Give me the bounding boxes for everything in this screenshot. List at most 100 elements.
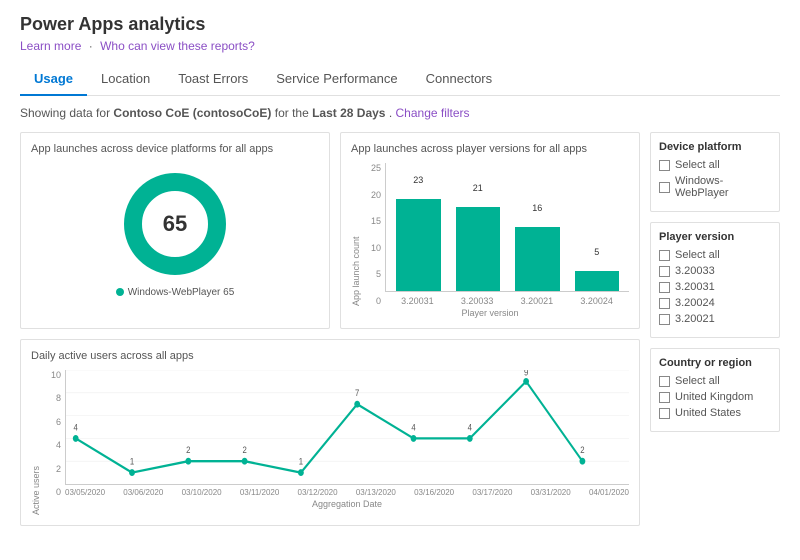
player-3-20031-checkbox[interactable] (659, 282, 670, 293)
bar-y-axis-title: App launch count (351, 163, 361, 306)
bar-group-3: 16 (515, 227, 560, 291)
player-3-20033-label: 3.20033 (675, 265, 715, 277)
country-select-all-label: Select all (675, 375, 720, 387)
bar-chart-card: App launches across player versions for … (340, 132, 640, 329)
data-info-middle: for the (275, 106, 312, 120)
tab-service-performance[interactable]: Service Performance (262, 63, 411, 96)
line-point-2 (129, 469, 135, 476)
player-3-20031-label: 3.20031 (675, 281, 715, 293)
player-3-20033[interactable]: 3.20033 (659, 265, 771, 277)
player-3-20024-checkbox[interactable] (659, 298, 670, 309)
data-info-org: Contoso CoE (contosoCoE) (113, 106, 271, 120)
device-platform-select-all[interactable]: Select all (659, 159, 771, 171)
player-select-all[interactable]: Select all (659, 249, 771, 261)
svg-text:4: 4 (468, 422, 473, 433)
player-3-20031[interactable]: 3.20031 (659, 281, 771, 293)
line-point-4 (242, 458, 248, 465)
country-filter: Country or region Select all United King… (650, 348, 780, 432)
player-version-filter: Player version Select all 3.20033 3.2003… (650, 222, 780, 338)
x-date-6: 03/13/2020 (356, 488, 396, 497)
svg-text:1: 1 (299, 456, 304, 467)
player-select-all-label: Select all (675, 249, 720, 261)
line-y-axis-title: Active users (31, 370, 41, 515)
bar-chart-title: App launches across player versions for … (351, 143, 629, 155)
country-select-all-checkbox[interactable] (659, 376, 670, 387)
player-3-20024[interactable]: 3.20024 (659, 297, 771, 309)
device-platform-windows-checkbox[interactable] (659, 182, 670, 193)
device-platform-select-all-label: Select all (675, 159, 720, 171)
bar-4: 5 (575, 271, 620, 291)
bar-value-4: 5 (594, 247, 599, 257)
player-3-20024-label: 3.20024 (675, 297, 715, 309)
player-3-20033-checkbox[interactable] (659, 266, 670, 277)
bar-value-2: 21 (473, 183, 483, 193)
svg-text:2: 2 (242, 445, 247, 456)
device-platform-windows-label: Windows-WebPlayer (675, 175, 771, 199)
svg-text:2: 2 (186, 445, 191, 456)
donut-chart-card: App launches across device platforms for… (20, 132, 330, 329)
learn-more-link[interactable]: Learn more (20, 39, 81, 53)
svg-text:4: 4 (411, 422, 416, 433)
player-3-20021-label: 3.20021 (675, 313, 715, 325)
bar-value-1: 23 (413, 175, 423, 185)
x-date-1: 03/05/2020 (65, 488, 105, 497)
line-chart-polyline (76, 381, 583, 472)
x-date-2: 03/06/2020 (123, 488, 163, 497)
line-point-6 (354, 401, 360, 408)
line-point-7 (411, 435, 417, 442)
x-date-10: 04/01/2020 (589, 488, 629, 497)
line-chart-title: Daily active users across all apps (31, 350, 629, 362)
device-platform-filter: Device platform Select all Windows-WebPl… (650, 132, 780, 212)
device-platform-filter-title: Device platform (659, 141, 771, 153)
data-info-suffix: . (389, 106, 396, 120)
who-can-view-link[interactable]: Who can view these reports? (100, 39, 255, 53)
bar-1: 23 (396, 199, 441, 291)
change-filters-link[interactable]: Change filters (396, 106, 470, 120)
player-3-20021[interactable]: 3.20021 (659, 313, 771, 325)
line-x-axis-title: Aggregation Date (65, 499, 629, 509)
line-point-10 (579, 458, 585, 465)
tab-usage[interactable]: Usage (20, 63, 87, 96)
player-3-20021-checkbox[interactable] (659, 314, 670, 325)
donut-chart-visual: 65 (120, 169, 230, 279)
x-date-4: 03/11/2020 (240, 488, 279, 497)
separator: · (89, 39, 93, 53)
player-select-all-checkbox[interactable] (659, 250, 670, 261)
tab-bar: Usage Location Toast Errors Service Perf… (20, 63, 780, 96)
country-us-checkbox[interactable] (659, 408, 670, 419)
country-filter-title: Country or region (659, 357, 771, 369)
country-select-all[interactable]: Select all (659, 375, 771, 387)
bar-3: 16 (515, 227, 560, 291)
country-us[interactable]: United States (659, 407, 771, 419)
x-axis-labels: 3.20031 3.20033 3.20021 3.20024 (385, 292, 629, 306)
line-point-1 (73, 435, 79, 442)
data-info-bar: Showing data for Contoso CoE (contosoCoE… (20, 106, 780, 120)
bar-y-axis: 0 5 10 15 20 25 (365, 163, 385, 306)
bar-group-2: 21 (456, 207, 501, 291)
page-title: Power Apps analytics (20, 14, 780, 35)
country-uk-checkbox[interactable] (659, 392, 670, 403)
donut-legend-dot (116, 288, 124, 296)
x-date-8: 03/17/2020 (472, 488, 512, 497)
filter-panel: Device platform Select all Windows-WebPl… (650, 132, 780, 526)
device-platform-select-all-checkbox[interactable] (659, 160, 670, 171)
line-chart-svg: 4 1 2 2 1 7 4 4 9 2 (65, 370, 629, 485)
country-uk-label: United Kingdom (675, 391, 753, 403)
line-point-8 (467, 435, 473, 442)
x-label-2: 3.20033 (455, 296, 500, 306)
x-label-1: 3.20031 (395, 296, 440, 306)
donut-center-value: 65 (163, 211, 187, 237)
bar-group-4: 5 (575, 271, 620, 291)
svg-text:4: 4 (74, 422, 79, 433)
tab-location[interactable]: Location (87, 63, 164, 96)
country-uk[interactable]: United Kingdom (659, 391, 771, 403)
tab-connectors[interactable]: Connectors (412, 63, 506, 96)
x-label-4: 3.20024 (574, 296, 619, 306)
tab-toast-errors[interactable]: Toast Errors (164, 63, 262, 96)
x-date-5: 03/12/2020 (298, 488, 338, 497)
svg-text:2: 2 (580, 445, 585, 456)
line-point-9 (523, 378, 529, 385)
device-platform-windows[interactable]: Windows-WebPlayer (659, 175, 771, 199)
data-info-prefix: Showing data for (20, 106, 110, 120)
x-date-9: 03/31/2020 (531, 488, 571, 497)
